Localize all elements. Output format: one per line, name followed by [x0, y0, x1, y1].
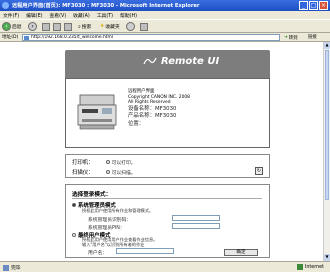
vertical-scrollbar[interactable]: ▲ ▼ — [323, 42, 330, 261]
location-label: 位置： — [128, 120, 145, 127]
forward-button[interactable]: › — [28, 22, 37, 31]
stop-button[interactable] — [42, 22, 50, 31]
stop-icon — [42, 22, 50, 31]
admin-id-field[interactable] — [172, 215, 220, 221]
page-icon — [24, 35, 29, 40]
product-name-row: 产品名称：MF3030 — [128, 113, 190, 121]
scanner-status-value: 可以扫描。 — [111, 170, 136, 176]
login-button[interactable]: 确定 — [224, 249, 258, 256]
address-bar: 地址(D) http://192.168.0.235/t_welcome.htm… — [0, 33, 330, 42]
remote-ui-logo-icon — [143, 57, 157, 65]
go-button[interactable]: ➜ 转到 — [284, 34, 297, 41]
menu-edit[interactable]: 编辑(E) — [26, 12, 42, 19]
admin-pin-field[interactable] — [172, 223, 220, 229]
go-arrow-icon: ➜ — [284, 35, 288, 40]
user-name-label: 用户名： — [88, 251, 108, 256]
close-button[interactable]: × — [319, 1, 328, 10]
device-name-label: 设备名称： — [128, 105, 155, 112]
radio-unselected-icon — [72, 233, 76, 237]
printer-status-value: 可以打印。 — [111, 160, 136, 166]
admin-desc: 授权此用户使用所有作业和管理模式。 — [82, 208, 154, 213]
remote-ui-page: Remote UI 远程用户界面 Copyright CANON INC. 20… — [65, 50, 270, 258]
page-done-icon — [3, 264, 9, 271]
mail-button[interactable] — [140, 22, 148, 31]
home-button[interactable] — [64, 22, 72, 31]
device-info-panel: 远程用户界面 Copyright CANON INC. 2008 All Rig… — [65, 78, 270, 148]
window-controls: _ □ × — [299, 1, 328, 10]
address-label: 地址(D) — [2, 35, 19, 40]
status-left-text: 完毕 — [11, 266, 21, 271]
address-url: http://192.168.0.235/t_welcome.html — [31, 35, 113, 40]
internet-zone-icon — [296, 264, 303, 270]
refresh-status-icon[interactable]: ↻ — [255, 167, 263, 175]
admin-id-label: 系统管理员识别码： — [88, 218, 132, 223]
status-zone-text: Internet — [304, 264, 324, 270]
favorites-button[interactable]: ★ 收藏夹 — [100, 22, 120, 31]
menu-view[interactable]: 查看(V) — [49, 12, 66, 19]
printer-icon — [77, 94, 117, 130]
search-icon: ⌕ — [78, 24, 81, 30]
scanner-status-label: 扫描仪： — [72, 170, 94, 176]
search-label: 搜索 — [81, 25, 92, 30]
device-status-panel: 打印机： 可以打印。 扫描仪： 可以扫描。 ↻ — [65, 154, 270, 178]
location-row: 位置： — [128, 121, 190, 129]
menu-tools[interactable]: 工具(T) — [97, 12, 113, 19]
window-titlebar: 远程用户界面(首页): MF3030 : MF3030 - Microsoft … — [0, 0, 330, 11]
menu-favorites[interactable]: 收藏(A) — [73, 12, 90, 19]
printer-status-label: 打印机： — [72, 160, 94, 166]
favorites-label: 收藏夹 — [105, 25, 120, 30]
admin-pin-label: 系统管理员PIN： — [88, 226, 125, 231]
search-button[interactable]: ⌕ 搜索 — [78, 22, 91, 31]
printer-status-row: 打印机： 可以打印。 — [72, 158, 136, 166]
product-name-label: 产品名称： — [128, 113, 155, 120]
device-name-value: MF3030 — [154, 105, 177, 112]
refresh-icon — [53, 22, 61, 31]
forward-arrow-icon: › — [28, 22, 37, 31]
scroll-thumb[interactable] — [325, 50, 329, 200]
user-name-field[interactable] — [116, 248, 174, 254]
login-panel: 选择登录模式： 系统管理员模式 授权此用户使用所有作业和管理模式。 系统管理员识… — [65, 184, 270, 258]
device-info-text: 远程用户界面 Copyright CANON INC. 2008 All Rig… — [128, 89, 190, 128]
mail-icon — [140, 22, 148, 31]
ie-icon — [2, 2, 9, 9]
history-icon — [126, 22, 135, 31]
menu-bar: 文件(F) 编辑(E) 查看(V) 收藏(A) 工具(T) 帮助(H) — [0, 11, 330, 19]
menu-file[interactable]: 文件(F) — [3, 12, 19, 19]
divider — [72, 198, 262, 199]
back-arrow-icon: ‹ — [2, 22, 11, 31]
menu-help[interactable]: 帮助(H) — [120, 12, 137, 19]
history-button[interactable] — [126, 22, 135, 31]
back-label: 后退 — [12, 25, 22, 30]
login-heading: 选择登录模式： — [72, 192, 112, 198]
home-icon — [64, 22, 72, 31]
scroll-up-icon[interactable]: ▲ — [324, 42, 330, 49]
scroll-down-icon[interactable]: ▼ — [324, 254, 330, 261]
address-input[interactable]: http://192.168.0.235/t_welcome.html — [22, 34, 280, 41]
maximize-button[interactable]: □ — [309, 1, 318, 10]
product-name-value: MF3030 — [154, 113, 177, 120]
user-desc-2: 输入"用户名"以识别所有者的作业 — [82, 242, 145, 247]
browser-statusbar: 完毕 Internet — [0, 261, 330, 272]
refresh-button[interactable] — [53, 22, 61, 31]
toolbar: ‹ 后退 › ⌕ 搜索 ★ 收藏夹 — [0, 19, 330, 33]
page-viewport: ▲ ▼ Remote UI 远程用户界面 Copyright CANON INC… — [0, 42, 330, 261]
remote-ui-header: Remote UI — [65, 50, 270, 78]
window-title: 远程用户界面(首页): MF3030 : MF3030 - Microsoft … — [12, 3, 200, 9]
go-label: 转到 — [288, 35, 298, 41]
remote-ui-title: Remote UI — [161, 56, 220, 67]
status-dot-icon — [105, 160, 110, 164]
radio-selected-icon — [72, 203, 76, 207]
back-button[interactable]: ‹ 后退 — [2, 22, 22, 31]
links-button[interactable]: 链接 — [308, 34, 317, 40]
star-icon: ★ — [100, 24, 105, 29]
status-dot-icon — [105, 170, 110, 174]
scanner-status-row: 扫描仪： 可以扫描。 — [72, 168, 136, 176]
minimize-button[interactable]: _ — [299, 1, 308, 10]
